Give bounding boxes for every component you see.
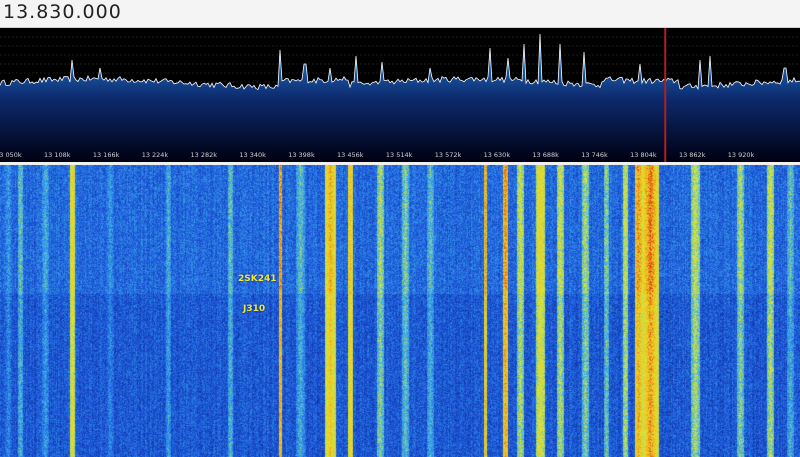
frequency-tick-label: 13 688k	[532, 151, 559, 159]
frequency-tick-label: 13 224k	[142, 151, 169, 159]
frequency-tick-label: 13 456k	[337, 151, 364, 159]
frequency-tick-label: 13 862k	[679, 151, 706, 159]
waterfall-display[interactable]: 2SK241 J310	[0, 165, 800, 457]
frequency-tick-label: 13 340k	[239, 151, 266, 159]
frequency-tick-label: 13 514k	[386, 151, 413, 159]
frequency-tick-label: 13 398k	[288, 151, 315, 159]
spectrum-plot: 13 050k 13 108k 13 166k 13 224k 13 282k 13 34…	[0, 28, 800, 162]
waterfall-label-2sk241: 2SK241	[238, 274, 277, 284]
frequency-tick-label: 13 166k	[93, 151, 120, 159]
waterfall-label-j310: J310	[243, 304, 266, 314]
spectrum-display[interactable]: 13 050k 13 108k 13 166k 13 224k 13 282k 13 34…	[0, 28, 800, 162]
frequency-readout[interactable]: 13.830.000	[3, 1, 122, 23]
frequency-display-bar: 13.830.000	[0, 0, 800, 28]
frequency-tick-label: 13 282k	[191, 151, 218, 159]
frequency-tick-label: 13 804k	[630, 151, 657, 159]
waterfall-canvas	[0, 165, 800, 457]
frequency-tick-label: 13 108k	[44, 151, 71, 159]
frequency-tick-label: 13 746k	[581, 151, 608, 159]
frequency-tick-label: 13 050k	[0, 151, 22, 159]
frequency-tick-label: 13 630k	[484, 151, 511, 159]
frequency-tick-label: 13 920k	[728, 151, 755, 159]
frequency-tick-label: 13 572k	[435, 151, 462, 159]
spectrum-fill	[0, 34, 800, 162]
